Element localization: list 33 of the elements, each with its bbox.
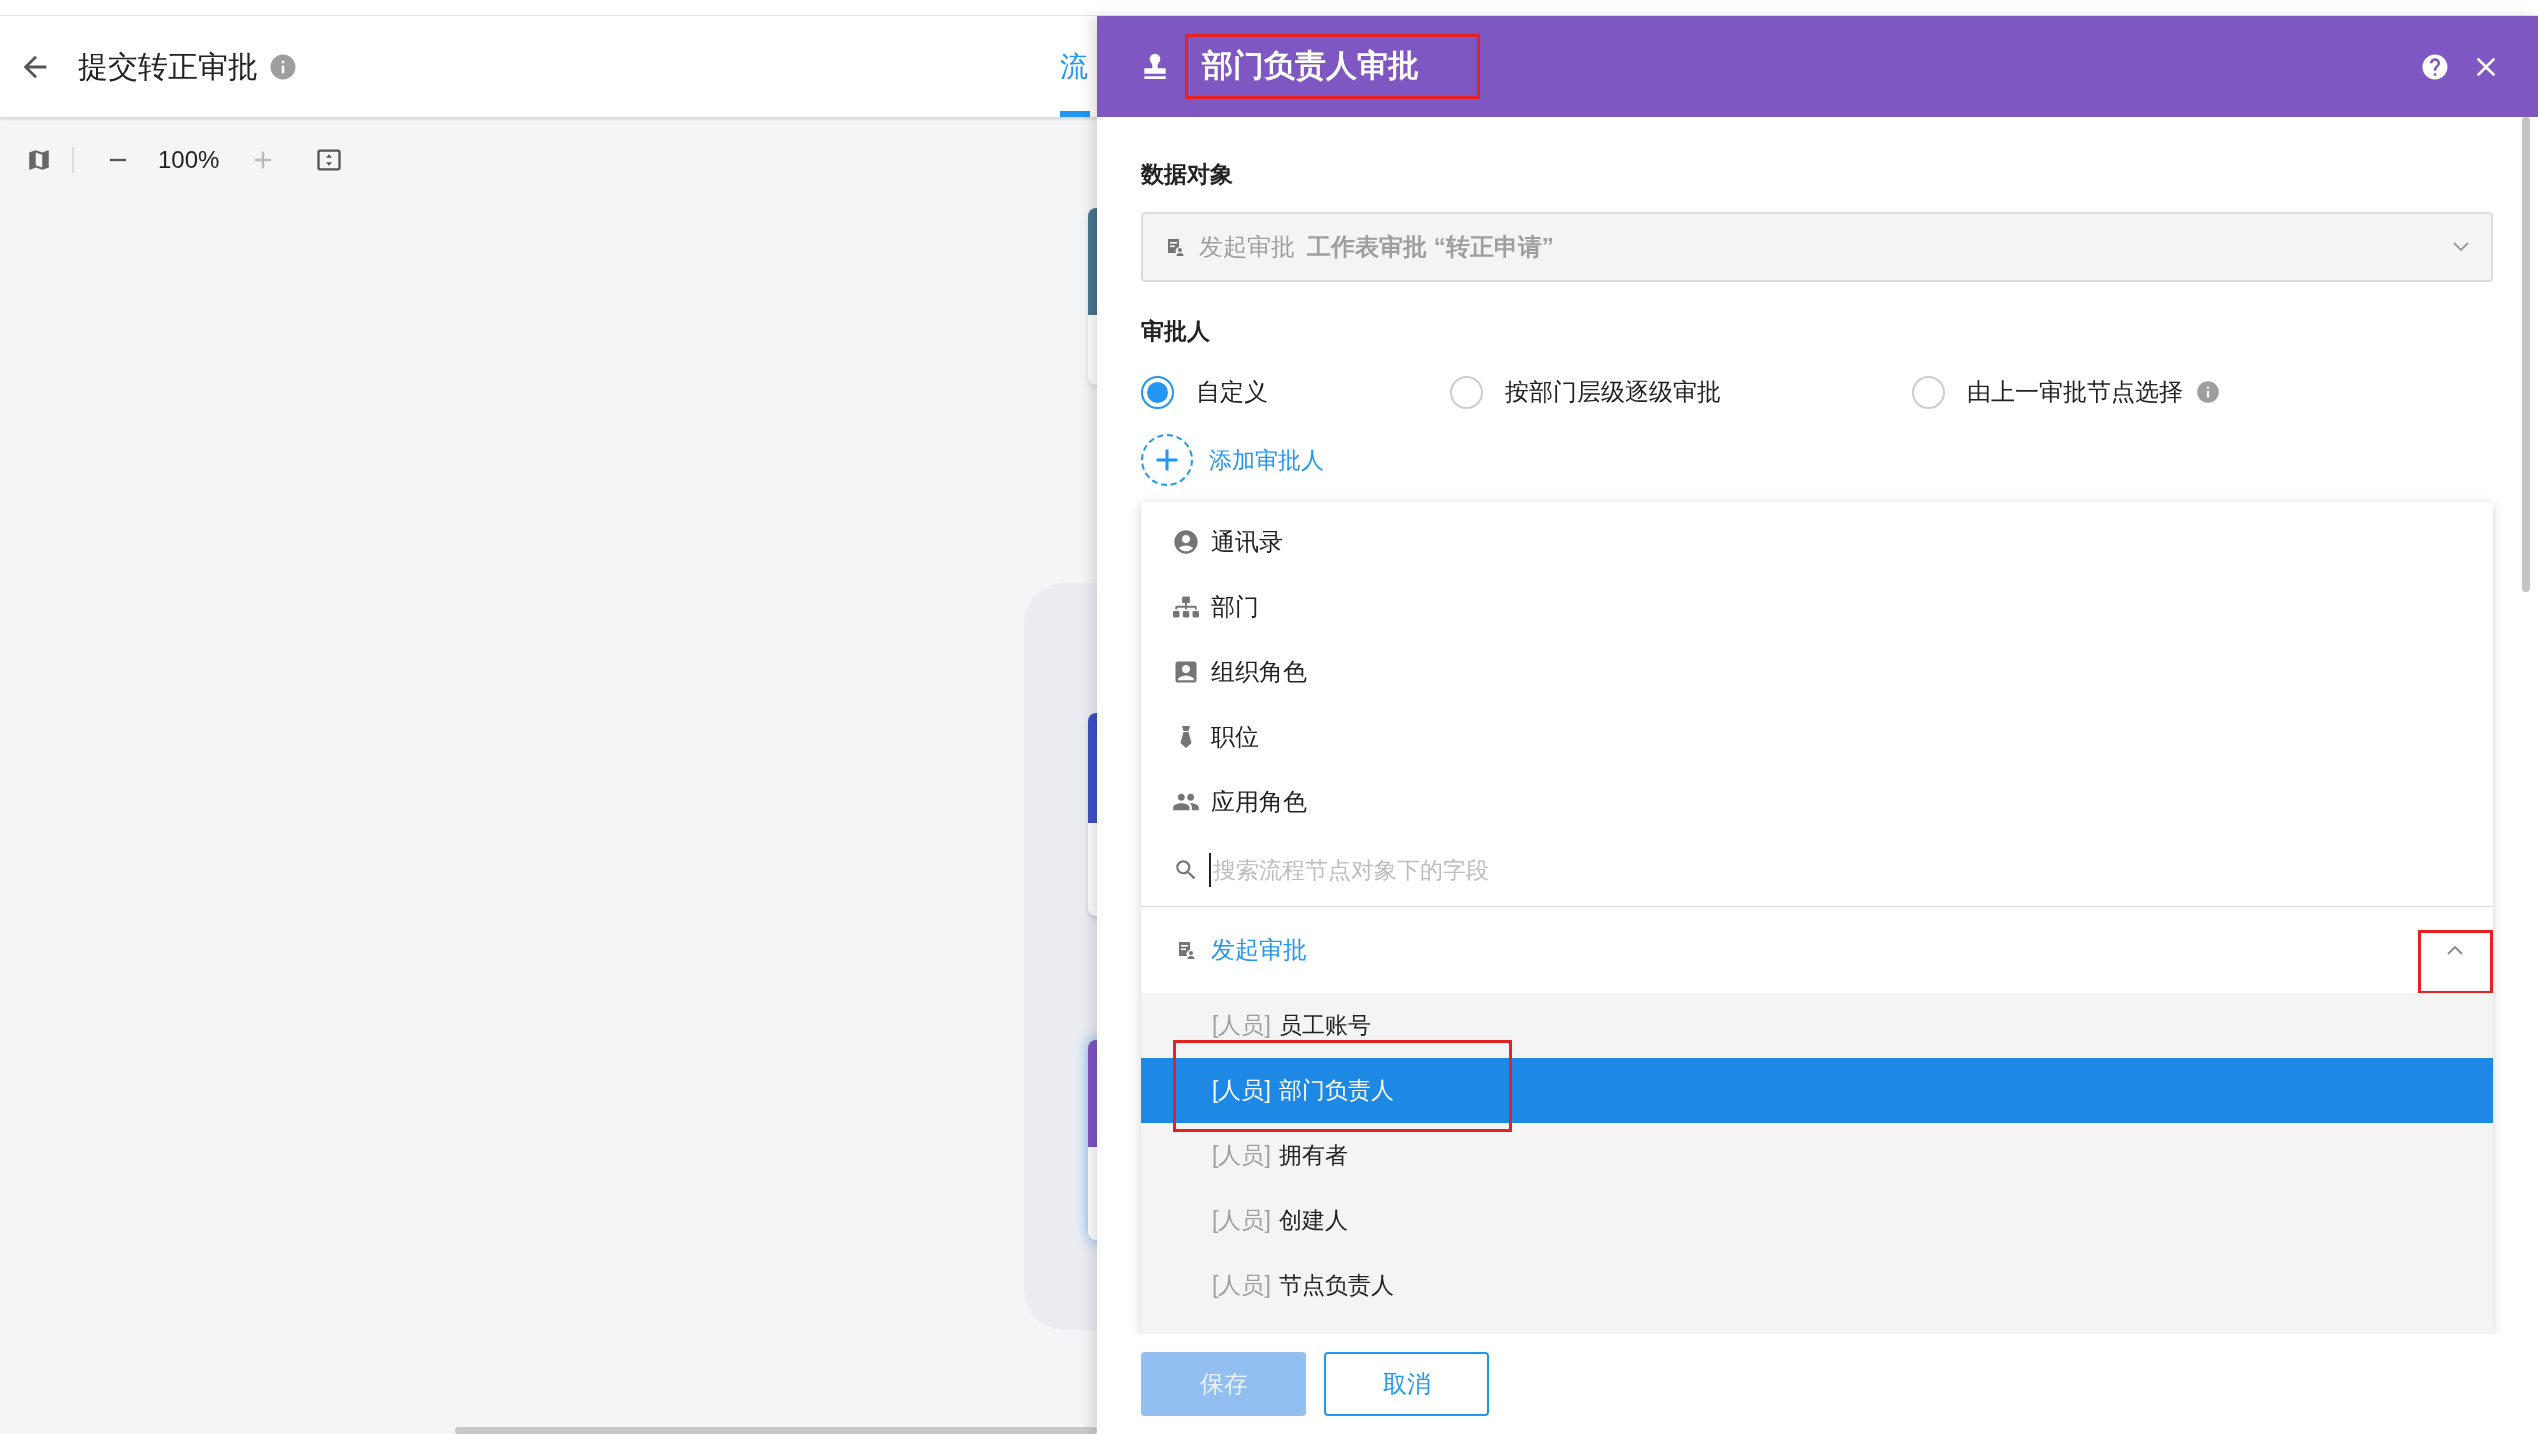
document-person-icon (1165, 236, 1185, 257)
field-option[interactable]: [人员] 员工账号 (1141, 993, 2493, 1058)
menu-item[interactable]: 组织角色 (1141, 639, 2493, 704)
radio-option[interactable] (1912, 375, 1945, 409)
info-icon[interactable] (2195, 379, 2221, 405)
section-label: 审批人 (1141, 316, 1211, 346)
horizontal-scrollbar[interactable] (455, 1427, 1097, 1434)
field-option[interactable]: [人员] 创建人 (1141, 1188, 2493, 1253)
menu-item[interactable]: 通讯录 (1141, 509, 2493, 574)
map-icon[interactable] (26, 147, 52, 173)
radio-option[interactable] (1450, 375, 1483, 409)
panel-scrollbar[interactable] (2522, 117, 2530, 592)
select-value: 发起审批 (1199, 231, 1295, 262)
radio-option[interactable] (1141, 375, 1174, 409)
document-person-icon (1176, 940, 1196, 960)
page-title: 提交转正审批 (78, 49, 258, 85)
radio-label: 自定义 (1196, 377, 1268, 407)
field-option[interactable]: [人员] 部门负责人 (1141, 1058, 2493, 1123)
select-value: 工作表审批 “转正申请” (1307, 231, 1554, 262)
field-option[interactable]: [人员] 拥有者 (1141, 1123, 2493, 1188)
field-option[interactable]: [人员] 节点负责人 (1141, 1253, 2493, 1318)
menu-item[interactable]: 部门 (1141, 574, 2493, 639)
chevron-down-icon (2453, 241, 2469, 252)
panel-title: 部门负责人审批 (1202, 47, 1419, 86)
section-label: 数据对象 (1141, 160, 1234, 189)
search-field[interactable]: 搜索流程节点对象下的字段 (1209, 852, 2493, 888)
zoom-level: 100% (158, 145, 220, 175)
add-approver-button[interactable] (1141, 434, 1193, 486)
menu-item[interactable]: 职位 (1141, 704, 2493, 769)
radio-label: 由上一审批节点选择 (1967, 377, 2183, 407)
menu-item[interactable]: 应用角色 (1141, 769, 2493, 834)
chevron-up-icon (2447, 945, 2463, 955)
radio-label: 按部门层级逐级审批 (1505, 377, 1721, 407)
